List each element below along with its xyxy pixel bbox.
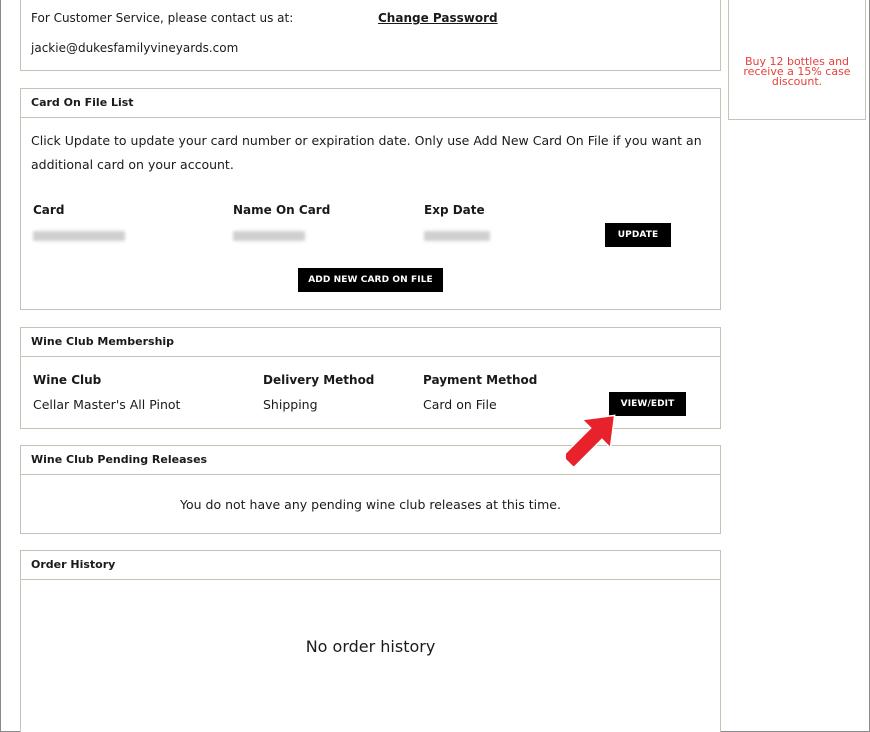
club-name-value: Cellar Master's All Pinot [33,397,181,412]
card-on-file-panel: Card On File List Click Update to update… [20,88,721,310]
order-history-message: No order history [305,637,436,656]
add-new-card-button[interactable]: ADD NEW CARD ON FILE [298,268,443,292]
promo-box: Buy 12 bottles and receive a 15% case di… [728,0,866,120]
update-button[interactable]: UPDATE [605,223,671,247]
change-password-link[interactable]: Change Password [378,11,498,25]
order-history-title: Order History [21,551,720,580]
card-on-file-intro: Click Update to update your card number … [31,133,702,172]
promo-text: Buy 12 bottles and receive a 15% case di… [743,55,851,88]
col-payment-method: Payment Method [423,373,538,387]
col-name-on-card: Name On Card [233,203,331,217]
delivery-method-value: Shipping [263,397,318,412]
wine-club-title: Wine Club Membership [21,328,720,357]
payment-method-value: Card on File [423,397,497,412]
customer-service-text: For Customer Service, please contact us … [31,11,294,25]
exp-date-redacted [424,231,490,241]
col-wine-club: Wine Club [33,373,102,387]
col-exp-date: Exp Date [424,203,485,217]
pending-releases-message: You do not have any pending wine club re… [180,497,561,512]
card-number-redacted [33,231,125,241]
card-on-file-title: Card On File List [21,89,720,118]
order-history-panel: Order History No order history [20,550,721,732]
red-arrow-icon [566,414,616,466]
customer-service-panel: For Customer Service, please contact us … [20,0,721,71]
name-on-card-redacted [233,231,305,241]
customer-service-email: jackie@dukesfamilyvineyards.com [31,41,239,55]
col-card: Card [33,203,65,217]
col-delivery-method: Delivery Method [263,373,375,387]
